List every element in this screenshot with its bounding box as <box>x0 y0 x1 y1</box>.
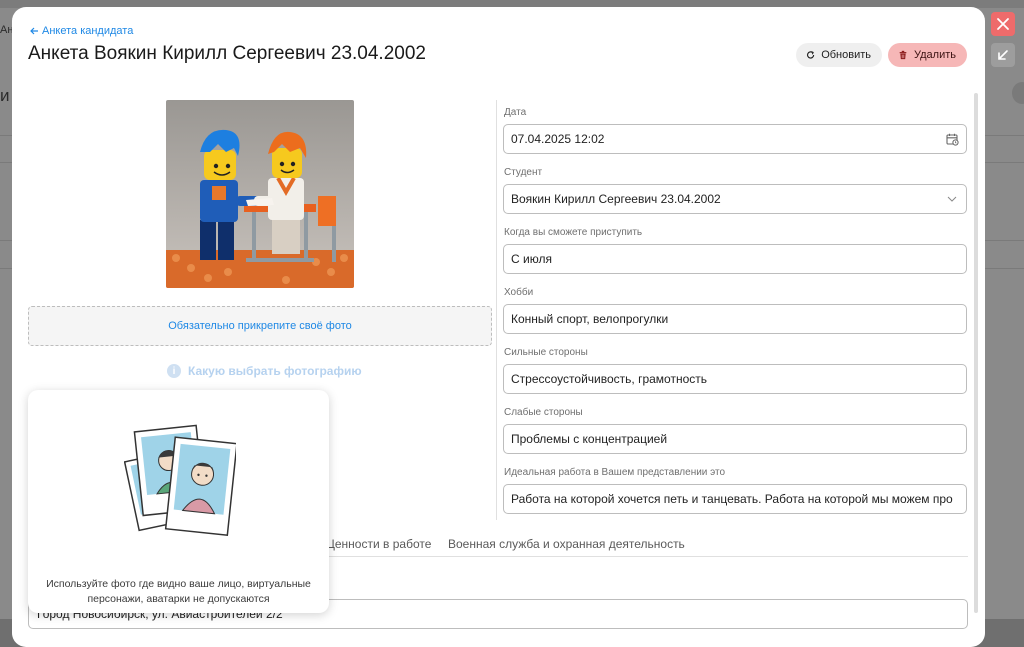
photo-guide-link[interactable]: i Какую выбрать фотографию <box>167 364 362 378</box>
student-value: Воякин Кирилл Сергеевич 23.04.2002 <box>511 192 721 206</box>
page-title: Анкета Воякин Кирилл Сергеевич 23.04.200… <box>28 43 426 64</box>
strengths-value: Стрессоустойчивость, грамотность <box>511 372 708 386</box>
arrow-left-icon <box>30 27 38 35</box>
tab-work-values[interactable]: Ценности в работе <box>326 537 431 551</box>
refresh-button[interactable]: Обновить <box>796 43 882 67</box>
hobby-label: Хобби <box>504 287 534 298</box>
start-value: С июля <box>511 252 552 266</box>
background-avatar <box>1012 82 1024 104</box>
dialog-scrollbar[interactable] <box>974 93 978 613</box>
close-icon <box>997 18 1009 30</box>
date-label: Дата <box>504 107 527 118</box>
refresh-button-label: Обновить <box>821 49 871 61</box>
student-label: Студент <box>504 167 543 178</box>
date-value: 07.04.2025 12:02 <box>511 132 605 146</box>
photo-upload-dropzone[interactable]: Обязательно прикрепите своё фото <box>28 306 492 346</box>
chevron-down-icon <box>945 192 959 206</box>
back-link-label: Анкета кандидата <box>42 25 134 37</box>
photo-guide-text: Используйте фото где видно ваше лицо, ви… <box>46 578 311 605</box>
ideal-job-field[interactable]: Работа на которой хочется петь и танцева… <box>503 484 967 514</box>
delete-button-label: Удалить <box>914 49 956 61</box>
photo-upload-hint: Обязательно прикрепите своё фото <box>168 320 352 332</box>
weaknesses-label: Слабые стороны <box>504 407 583 418</box>
calendar-clock-icon[interactable] <box>945 132 959 146</box>
close-dialog-button[interactable] <box>991 12 1015 36</box>
photo-guide-tooltip: Используйте фото где видно ваше лицо, ви… <box>28 390 329 613</box>
weaknesses-field[interactable]: Проблемы с концентрацией <box>503 424 967 454</box>
start-label: Когда вы сможете приступить <box>504 227 643 238</box>
strengths-field[interactable]: Стрессоустойчивость, грамотность <box>503 364 967 394</box>
strengths-label: Сильные стороны <box>504 347 588 358</box>
delete-button[interactable]: Удалить <box>888 43 967 67</box>
ideal-job-value: Работа на которой хочется петь и танцева… <box>511 492 953 506</box>
date-field[interactable]: 07.04.2025 12:02 <box>503 124 967 154</box>
hobby-field[interactable]: Конный спорт, велопрогулки <box>503 304 967 334</box>
hobby-value: Конный спорт, велопрогулки <box>511 312 669 326</box>
ideal-job-label: Идеальная работа в Вашем представлении э… <box>504 467 726 478</box>
refresh-icon <box>806 51 815 59</box>
background-text-fragment: и <box>0 86 10 105</box>
info-icon: i <box>167 364 181 378</box>
photo-guide-label: Какую выбрать фотографию <box>188 364 362 378</box>
arrow-down-left-icon <box>998 50 1008 60</box>
column-divider <box>496 100 497 520</box>
back-link[interactable]: Анкета кандидата <box>30 25 133 37</box>
candidate-photo[interactable] <box>166 100 354 288</box>
trash-icon <box>899 50 907 60</box>
tab-military-service[interactable]: Военная служба и охранная деятельность <box>448 537 685 551</box>
candidate-photo-image <box>166 100 354 288</box>
minimize-dialog-button[interactable] <box>991 43 1015 67</box>
weaknesses-value: Проблемы с концентрацией <box>511 432 668 446</box>
photos-illustration <box>124 424 236 537</box>
student-select[interactable]: Воякин Кирилл Сергеевич 23.04.2002 <box>503 184 967 214</box>
start-field[interactable]: С июля <box>503 244 967 274</box>
